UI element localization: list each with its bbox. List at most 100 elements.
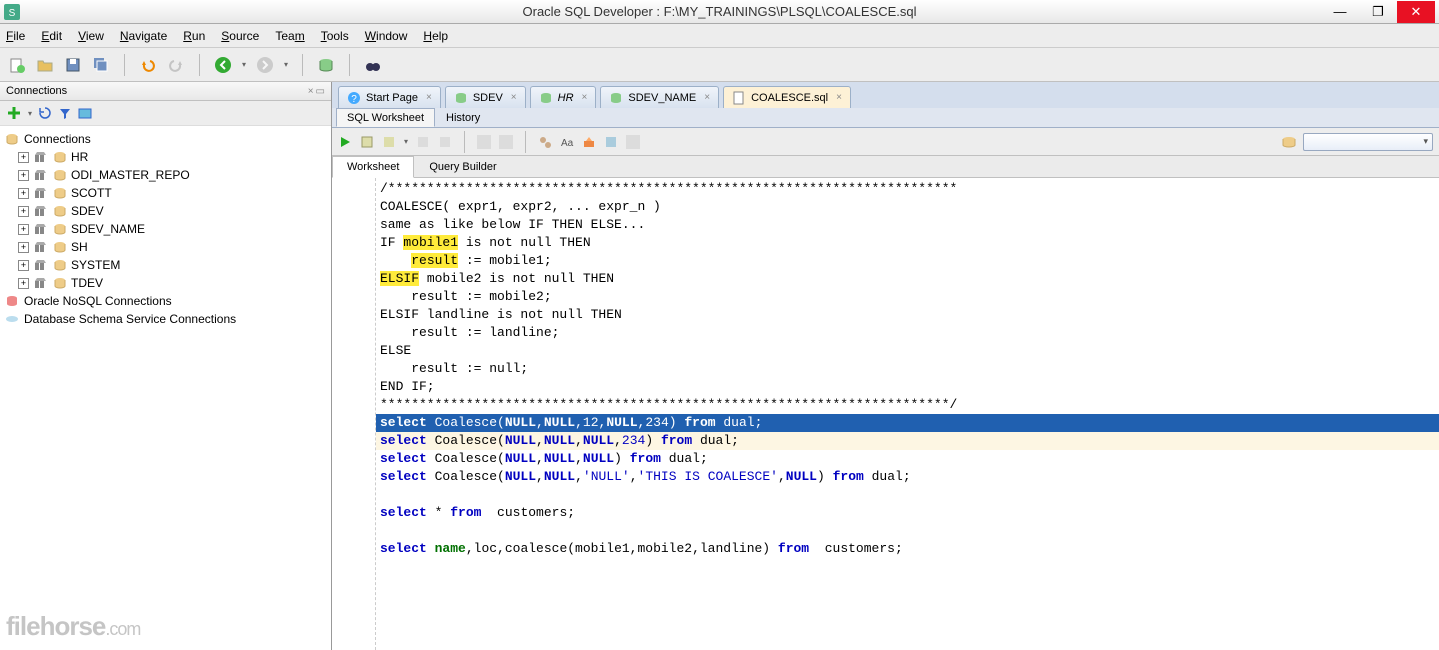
panel-minimize-icon[interactable]: × (308, 86, 314, 97)
close-tab-icon[interactable]: × (426, 92, 432, 103)
db-icon (1281, 135, 1297, 149)
connection-label: SCOTT (71, 186, 112, 200)
main-toolbar: ▾ ▾ (0, 48, 1439, 82)
connection-label: SDEV_NAME (71, 222, 145, 236)
panel-dock-icon[interactable]: ▭ (316, 86, 325, 97)
forward-icon[interactable] (256, 56, 274, 74)
file-tab[interactable]: ? Start Page × (338, 86, 441, 108)
filter-icon[interactable] (58, 106, 72, 120)
connections-panel: Connections × ▭ ▾ Connections +HR+ODI_MA… (0, 82, 332, 650)
file-tab[interactable]: SDEV_NAME × (600, 86, 719, 108)
tab-worksheet[interactable]: Worksheet (332, 156, 414, 178)
close-tab-icon[interactable]: × (511, 92, 517, 103)
connection-item[interactable]: +SH (18, 238, 327, 256)
binoculars-icon[interactable] (364, 56, 382, 74)
connection-label: SH (71, 240, 88, 254)
autotrace-icon[interactable] (416, 135, 430, 149)
connection-label: SDEV (71, 204, 104, 218)
menu-help[interactable]: Help (423, 29, 448, 43)
menu-view[interactable]: View (78, 29, 104, 43)
connection-item[interactable]: +ODI_MASTER_REPO (18, 166, 327, 184)
file-tabstrip: ?Start Page×SDEV×HR×SDEV_NAME×COALESCE.s… (332, 82, 1439, 108)
clear-icon[interactable] (582, 135, 596, 149)
menu-window[interactable]: Window (365, 29, 408, 43)
commit-icon[interactable] (477, 135, 491, 149)
sql-history-icon[interactable] (604, 135, 618, 149)
titlebar: S Oracle SQL Developer : F:\MY_TRAININGS… (0, 0, 1439, 24)
open-icon[interactable] (36, 56, 54, 74)
file-tab[interactable]: HR × (530, 86, 597, 108)
menu-team[interactable]: Team (275, 29, 304, 43)
menubar: File Edit View Navigate Run Source Team … (0, 24, 1439, 48)
file-tab[interactable]: SDEV × (445, 86, 526, 108)
editor-toolbar: ▾ Aa ▾ (332, 128, 1439, 156)
sql-tuning-icon[interactable] (438, 135, 452, 149)
unshared-icon[interactable] (538, 135, 552, 149)
watermark: filehorse.com (6, 611, 140, 642)
maximize-button[interactable]: ❐ (1359, 1, 1397, 23)
file-tab-label: HR (558, 92, 574, 104)
menu-edit[interactable]: Edit (41, 29, 62, 43)
file-tab-label: COALESCE.sql (751, 92, 828, 104)
close-button[interactable]: ✕ (1397, 1, 1435, 23)
save-icon[interactable] (64, 56, 82, 74)
menu-file[interactable]: File (6, 29, 25, 43)
code-editor[interactable]: /***************************************… (332, 178, 1439, 650)
tab-query-builder[interactable]: Query Builder (414, 156, 511, 177)
tns-icon[interactable] (78, 106, 92, 120)
format-icon[interactable] (626, 135, 640, 149)
editor-gutter (332, 178, 376, 650)
worksheet-tabstrip: Worksheet Query Builder (332, 156, 1439, 178)
connections-root[interactable]: Connections (4, 130, 327, 148)
new-icon[interactable] (8, 56, 26, 74)
connections-root-label: Connections (24, 132, 91, 146)
minimize-button[interactable]: — (1321, 1, 1359, 23)
file-tab-label: SDEV (473, 92, 503, 104)
refresh-icon[interactable] (38, 106, 52, 120)
run-icon[interactable] (338, 135, 352, 149)
window-title: Oracle SQL Developer : F:\MY_TRAININGS\P… (523, 4, 917, 19)
connection-item[interactable]: +HR (18, 148, 327, 166)
connections-panel-header: Connections × ▭ (0, 82, 331, 101)
menu-navigate[interactable]: Navigate (120, 29, 167, 43)
tab-history[interactable]: History (435, 108, 491, 127)
code-area[interactable]: /***************************************… (376, 178, 1439, 650)
file-tab[interactable]: COALESCE.sql × (723, 86, 851, 108)
new-connection-icon[interactable] (6, 105, 22, 121)
connection-label: TDEV (71, 276, 103, 290)
menu-source[interactable]: Source (221, 29, 259, 43)
connection-label: HR (71, 150, 88, 164)
connection-item[interactable]: +SDEV (18, 202, 327, 220)
redo-icon[interactable] (167, 56, 185, 74)
save-all-icon[interactable] (92, 56, 110, 74)
sql-icon[interactable] (317, 56, 335, 74)
svg-text:?: ? (351, 94, 357, 105)
menu-run[interactable]: Run (183, 29, 205, 43)
close-tab-icon[interactable]: × (704, 92, 710, 103)
connection-item[interactable]: +SYSTEM (18, 256, 327, 274)
schema-service-label: Database Schema Service Connections (24, 312, 236, 326)
tab-sql-worksheet[interactable]: SQL Worksheet (336, 108, 435, 127)
nosql-label: Oracle NoSQL Connections (24, 294, 172, 308)
schema-service-connections[interactable]: Database Schema Service Connections (4, 310, 327, 328)
editor-area: ?Start Page×SDEV×HR×SDEV_NAME×COALESCE.s… (332, 82, 1439, 650)
connection-label: ODI_MASTER_REPO (71, 168, 190, 182)
file-tab-label: Start Page (366, 92, 418, 104)
back-icon[interactable] (214, 56, 232, 74)
connection-item[interactable]: +SDEV_NAME (18, 220, 327, 238)
nosql-connections[interactable]: Oracle NoSQL Connections (4, 292, 327, 310)
run-script-icon[interactable] (360, 135, 374, 149)
rollback-icon[interactable] (499, 135, 513, 149)
case-icon[interactable]: Aa (560, 135, 574, 149)
explain-plan-icon[interactable] (382, 135, 396, 149)
close-tab-icon[interactable]: × (836, 92, 842, 103)
undo-icon[interactable] (139, 56, 157, 74)
connection-dropdown[interactable]: ▾ (1303, 133, 1433, 151)
connection-item[interactable]: +SCOTT (18, 184, 327, 202)
close-tab-icon[interactable]: × (582, 92, 588, 103)
file-tab-label: SDEV_NAME (628, 92, 696, 104)
connection-item[interactable]: +TDEV (18, 274, 327, 292)
svg-text:Aa: Aa (561, 138, 574, 149)
connections-panel-title: Connections (6, 85, 67, 97)
menu-tools[interactable]: Tools (321, 29, 349, 43)
